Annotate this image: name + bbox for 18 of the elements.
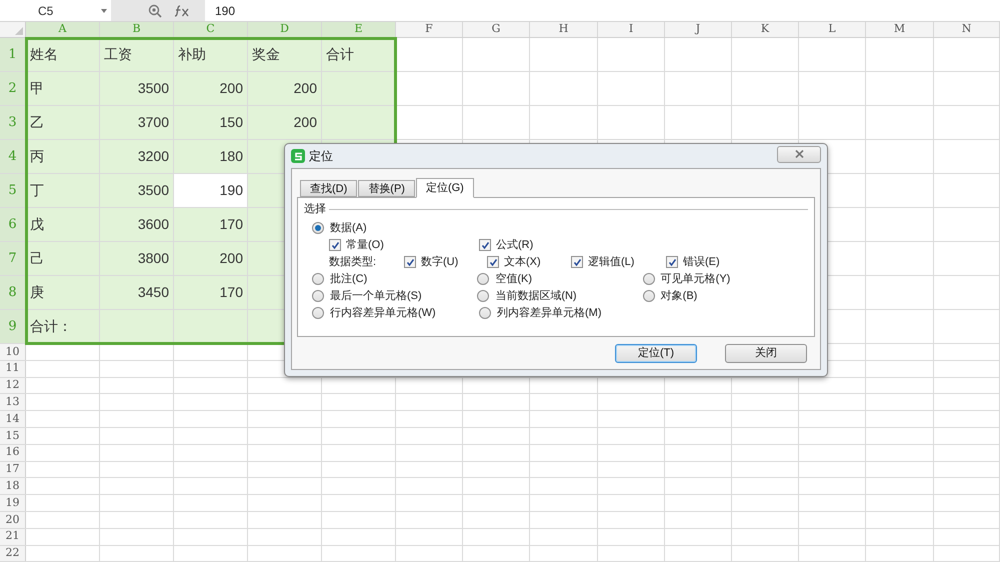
checkbox-label: 公式(R) xyxy=(496,238,534,253)
checkbox-label: 逻辑值(L) xyxy=(588,254,634,270)
option-label: 空值(K) xyxy=(495,272,532,287)
data-type-label: 数据类型: xyxy=(329,254,378,270)
option-label: 数据(A) xyxy=(330,220,367,236)
option-label: 行内容差异单元格(W) xyxy=(330,306,436,321)
dialog-title: 定位 xyxy=(309,148,333,165)
option-label: 可见单元格(Y) xyxy=(660,272,730,287)
checkbox-label: 文本(X) xyxy=(504,254,541,270)
checkbox-label: 数字(U) xyxy=(421,254,458,270)
option-label: 批注(C) xyxy=(330,272,368,287)
option-label: 当前数据区域(N) xyxy=(495,288,577,304)
checkbox-label: 错误(E) xyxy=(683,254,720,270)
group-label: 选择 xyxy=(304,202,326,217)
option-label: 列内容差异单元格(M) xyxy=(497,306,602,321)
option-label: 对象(B) xyxy=(660,288,698,304)
option-label: 最后一个单元格(S) xyxy=(330,288,422,304)
checkbox-label: 常量(O) xyxy=(346,238,384,253)
